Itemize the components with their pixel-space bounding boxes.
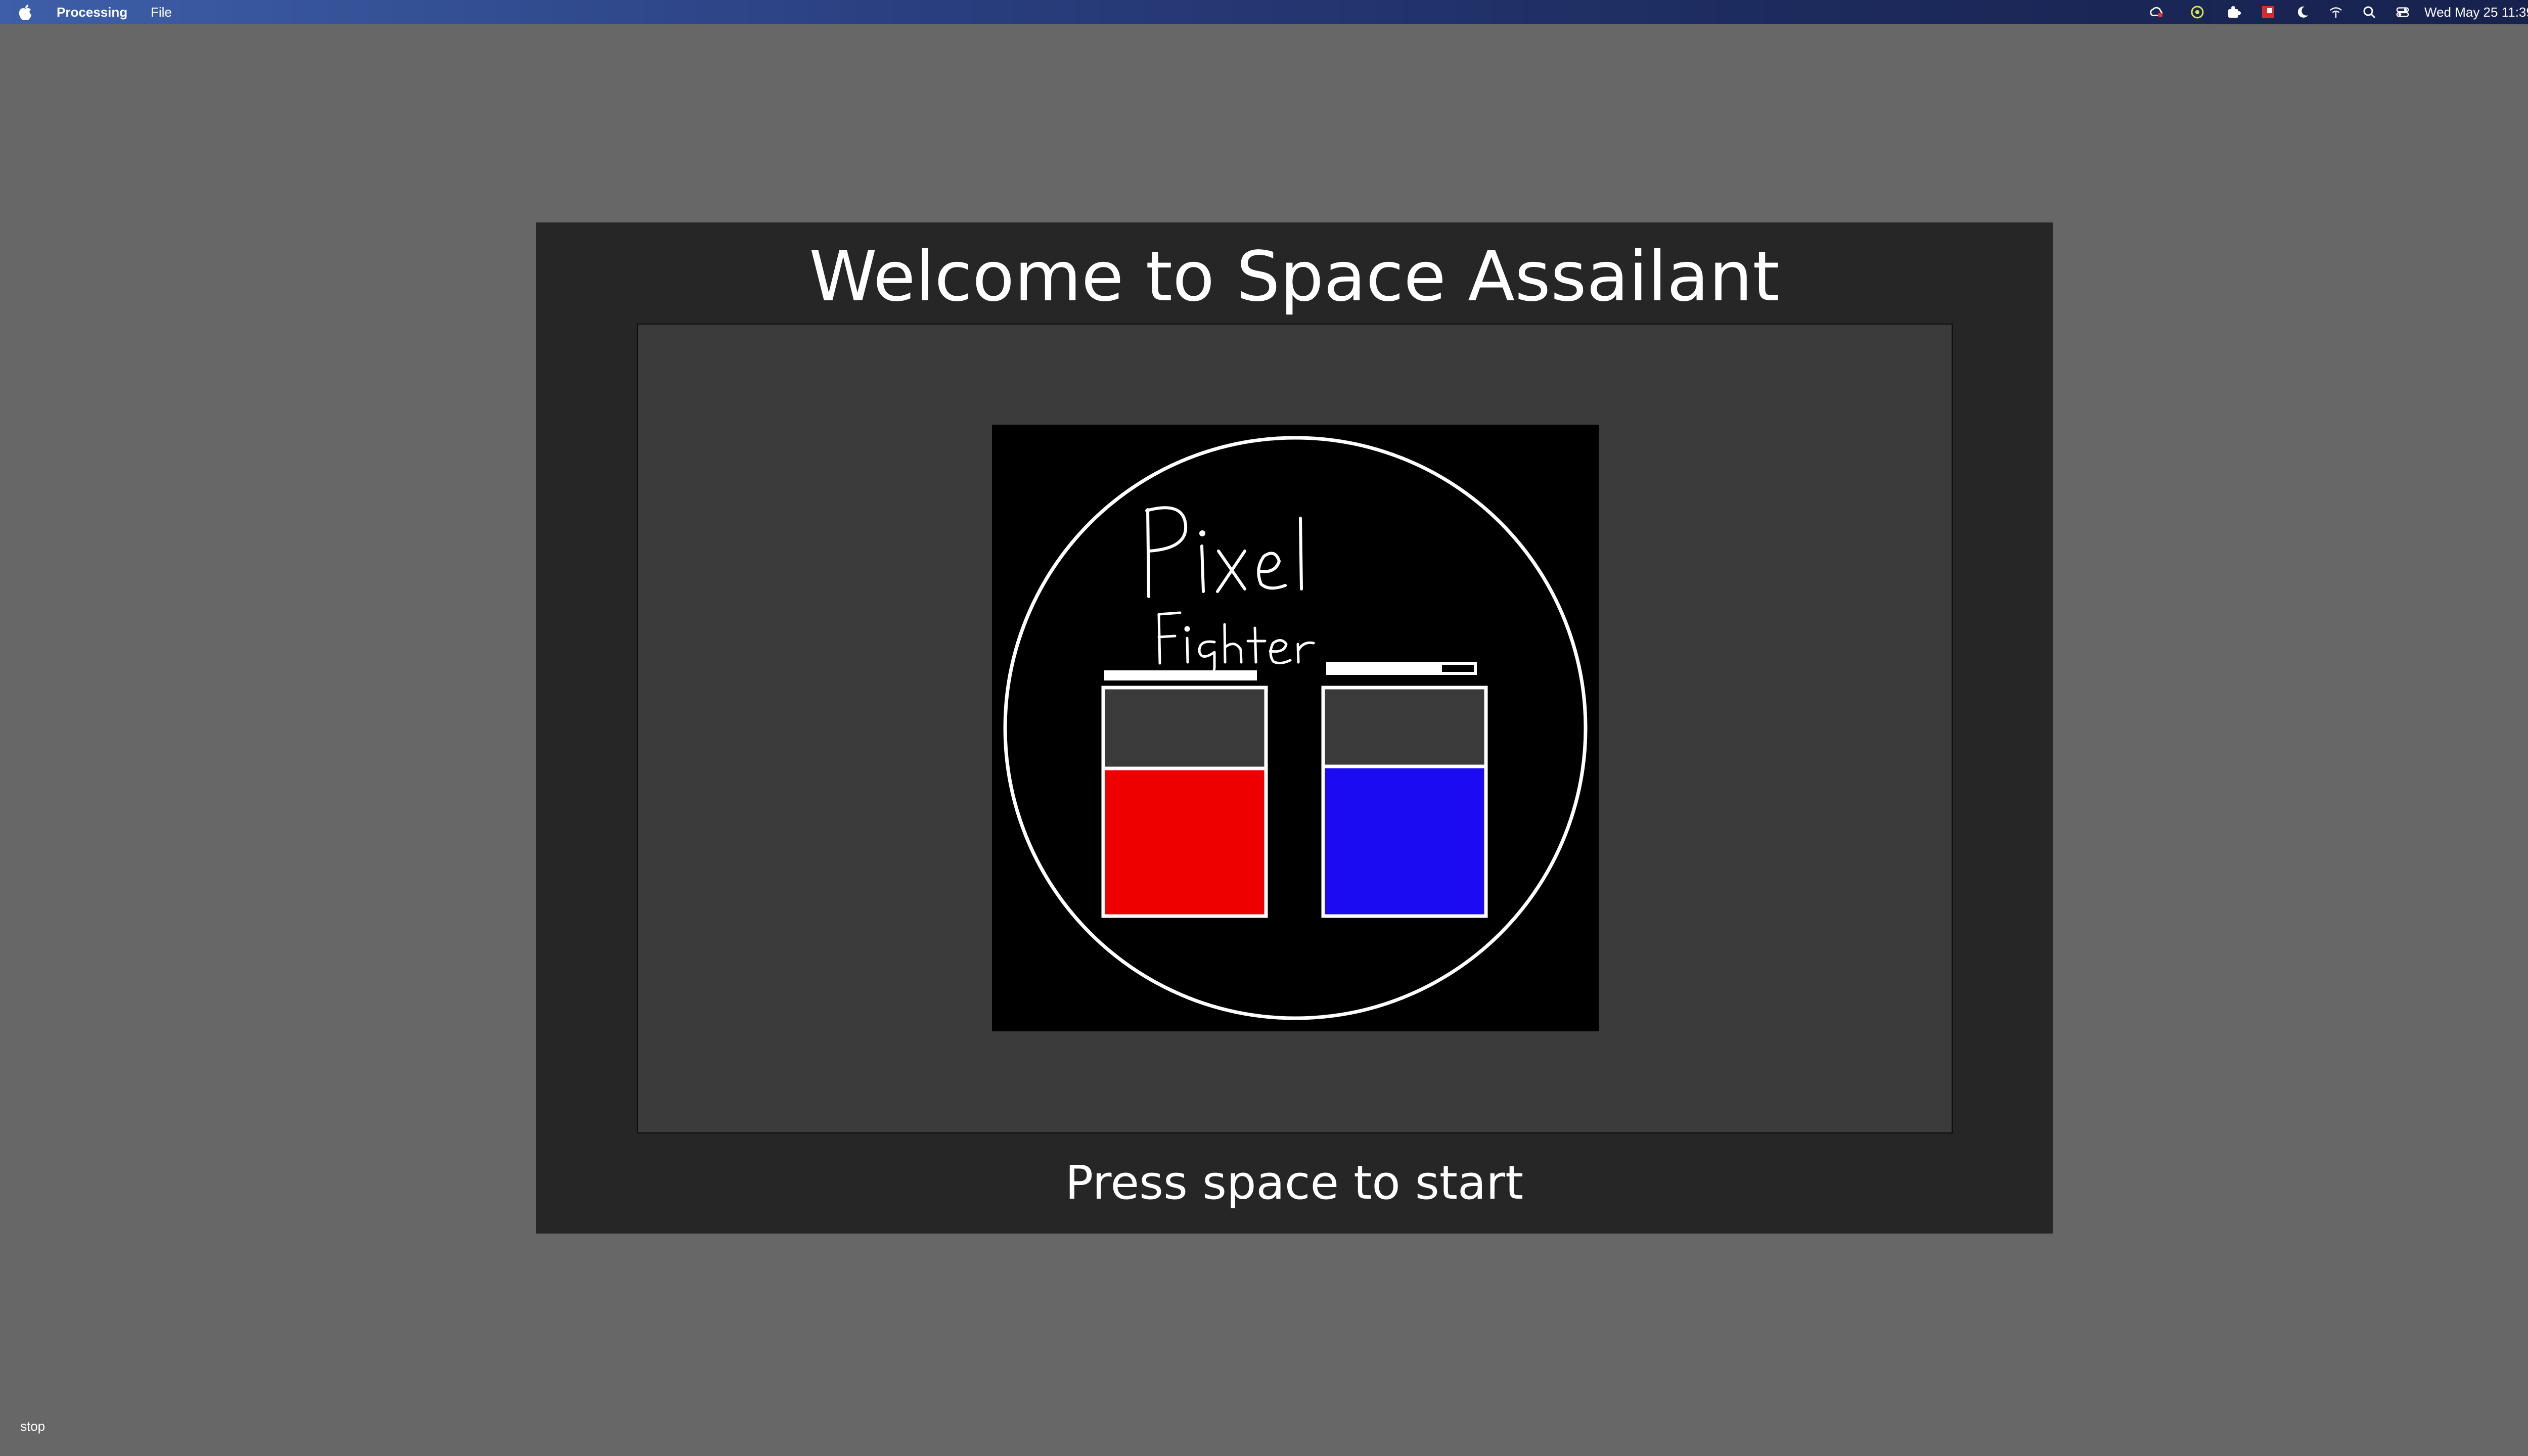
blue-fighter	[1321, 662, 1488, 918]
search-icon[interactable]	[2362, 5, 2376, 19]
stop-button[interactable]: stop	[20, 1419, 45, 1434]
moon-icon[interactable]	[2295, 5, 2310, 19]
extension-icon[interactable]	[2227, 5, 2241, 19]
creative-cloud-icon[interactable]	[2149, 5, 2163, 19]
inner-panel	[637, 324, 1953, 1133]
file-menu[interactable]: File	[151, 0, 172, 24]
menu-bar: Processing File Wed May 25 11:39 AM	[0, 0, 2528, 24]
control-center-icon[interactable]	[2396, 5, 2410, 19]
app-name-menu[interactable]: Processing	[57, 0, 127, 24]
press-space-prompt: Press space to start	[1065, 1156, 1524, 1210]
adobe-icon[interactable]	[2261, 5, 2275, 19]
welcome-title: Welcome to Space Assailant	[809, 237, 1780, 317]
pixel-fighter-logo	[992, 425, 1599, 1031]
menu-bar-clock[interactable]: Wed May 25 11:39 AM	[2424, 0, 2528, 24]
sketch-canvas[interactable]: Welcome to Space Assailant Press space t…	[536, 222, 2053, 1234]
red-fighter	[1101, 670, 1268, 918]
sync-icon[interactable]	[2190, 5, 2204, 19]
wifi-icon[interactable]	[2329, 5, 2343, 19]
apple-menu-icon[interactable]	[18, 0, 38, 24]
